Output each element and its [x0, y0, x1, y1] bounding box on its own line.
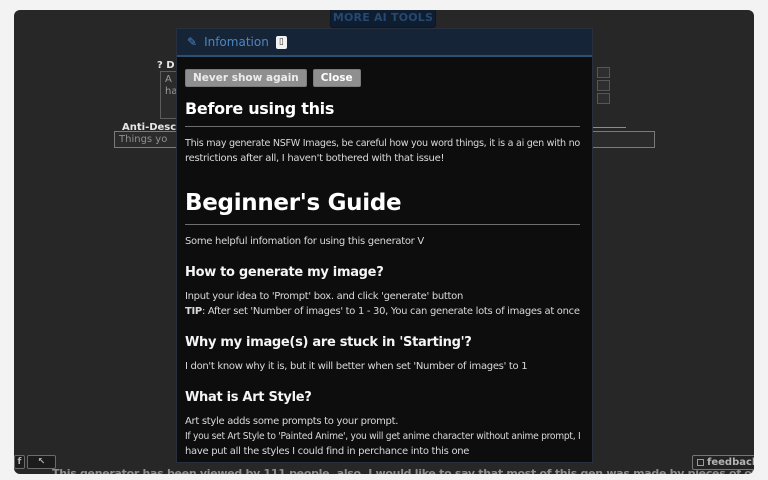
- faq-answer-tip-line: TIP: After set 'Number of images' to 1 -…: [185, 304, 579, 319]
- faq-answer-line: Art style adds some prompts to your prom…: [185, 414, 580, 429]
- feedback-button[interactable]: feedback: [692, 455, 754, 470]
- faq-question-stuck-starting: Why my image(s) are stuck in 'Starting'?: [185, 335, 580, 350]
- faq-answer-line: have put all the styles I could find in …: [185, 444, 580, 459]
- faq-question-generate: How to generate my image?: [185, 265, 580, 280]
- faq-question-art-style: What is Art Style?: [185, 390, 580, 405]
- information-modal: ✎ Infomation ▯ Never show again Close Be…: [176, 28, 593, 463]
- modal-button-row: Never show again Close: [185, 69, 580, 87]
- guide-subtitle: Some helpful infomation for using this g…: [185, 234, 580, 249]
- generator-page-background: MORE AI TOOLS ? D A ha Anti-Desc Things …: [14, 10, 754, 474]
- pencil-icon: ✎: [187, 35, 197, 49]
- fullscreen-button[interactable]: f: [14, 455, 25, 469]
- paragraph-line: This may generate NSFW Images, be carefu…: [185, 136, 564, 151]
- modal-body: Never show again Close Before using this…: [177, 57, 592, 459]
- divider: [593, 127, 626, 128]
- paragraph-line: restrictions after all, I haven't bother…: [185, 151, 580, 166]
- stepper-button[interactable]: [597, 67, 610, 78]
- more-ai-tools-button[interactable]: MORE AI TOOLS: [330, 10, 436, 28]
- divider: [185, 224, 580, 225]
- tip-label: TIP: [185, 306, 202, 317]
- view-stats-text: This generator has been viewed by 111 pe…: [52, 467, 754, 474]
- faq-answer-line: I don't know why it is, but it will bett…: [185, 359, 580, 374]
- faq-answer-line: Input your idea to 'Prompt' box. and cli…: [185, 289, 580, 304]
- before-using-paragraph: This may generate NSFW Images, be carefu…: [185, 136, 580, 166]
- tofu-badge-icon: ▯: [276, 36, 287, 49]
- tip-text: : After set 'Number of images' to 1 - 30…: [202, 306, 580, 317]
- never-show-again-button[interactable]: Never show again: [185, 69, 307, 87]
- stepper-button[interactable]: [597, 93, 610, 104]
- section-title-before-using-this: Before using this: [185, 99, 580, 118]
- beginners-guide-title: Beginner's Guide: [185, 190, 580, 216]
- faq-answer-line: If you set Art Style to 'Painted Anime',…: [185, 429, 546, 444]
- modal-title: Infomation: [204, 35, 269, 49]
- divider: [185, 126, 580, 127]
- close-button[interactable]: Close: [313, 69, 361, 87]
- feedback-icon: [697, 459, 704, 466]
- feedback-label: feedback: [707, 457, 754, 468]
- modal-header: ✎ Infomation ▯: [177, 29, 592, 57]
- stepper-button[interactable]: [597, 80, 610, 91]
- description-label: ? D: [157, 60, 175, 71]
